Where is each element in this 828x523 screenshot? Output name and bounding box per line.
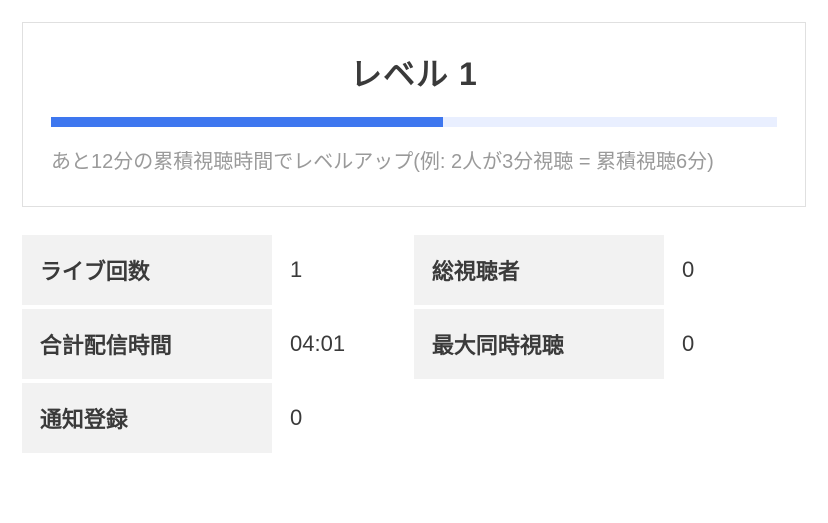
- stat-value-notification-subs: 0: [272, 383, 414, 453]
- level-progress-track: [51, 117, 777, 127]
- stat-label-total-viewers: 総視聴者: [414, 235, 664, 305]
- stat-value-total-stream-time: 04:01: [272, 309, 414, 379]
- stat-label-total-stream-time: 合計配信時間: [22, 309, 272, 379]
- stat-label-live-count: ライブ回数: [22, 235, 272, 305]
- stat-value-total-viewers: 0: [664, 235, 806, 305]
- stat-label-notification-subs: 通知登録: [22, 383, 272, 453]
- level-title: レベル 1: [51, 49, 777, 95]
- stat-label-max-concurrent: 最大同時視聴: [414, 309, 664, 379]
- level-description: あと12分の累積視聴時間でレベルアップ(例: 2人が3分視聴 = 累積視聴6分): [51, 147, 777, 178]
- stat-value-live-count: 1: [272, 235, 414, 305]
- empty-cell: [664, 383, 806, 453]
- empty-cell: [414, 383, 664, 453]
- stat-value-max-concurrent: 0: [664, 309, 806, 379]
- level-progress-fill: [51, 117, 443, 127]
- stats-table: ライブ回数 1 総視聴者 0 合計配信時間 04:01 最大同時視聴 0 通知登…: [22, 235, 806, 453]
- level-card: レベル 1 あと12分の累積視聴時間でレベルアップ(例: 2人が3分視聴 = 累…: [22, 22, 806, 207]
